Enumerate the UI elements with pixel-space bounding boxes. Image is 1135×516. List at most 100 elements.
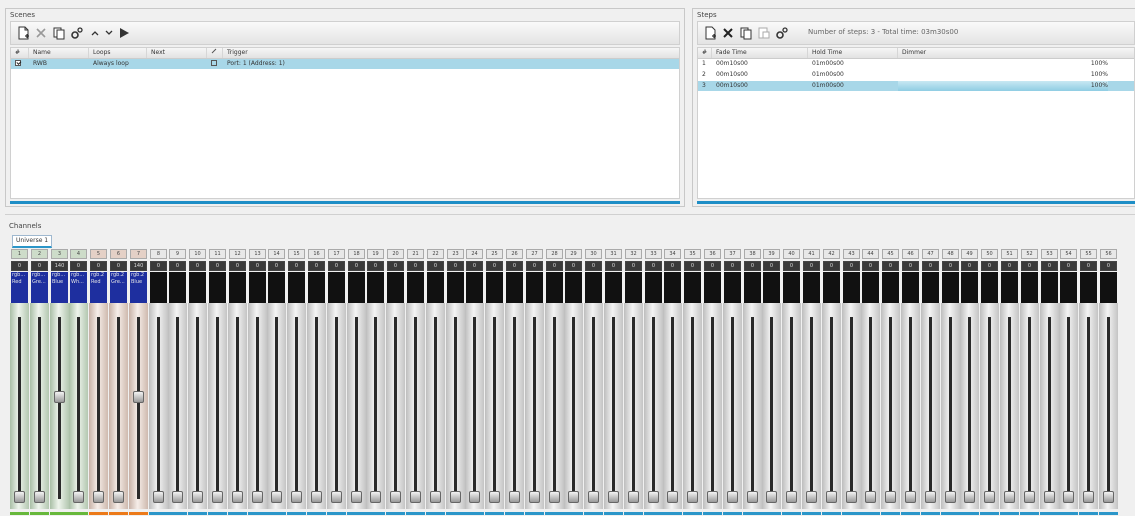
- channel-value[interactable]: 0: [387, 261, 404, 271]
- channel-value[interactable]: 0: [645, 261, 662, 271]
- channel-fader[interactable]: 48 0: [941, 247, 960, 515]
- channel-fader[interactable]: 22 0: [426, 247, 445, 515]
- channel-value[interactable]: 0: [11, 261, 28, 271]
- fader-slider[interactable]: [743, 303, 762, 509]
- fader-slider[interactable]: [802, 303, 821, 509]
- channel-value[interactable]: 0: [882, 261, 899, 271]
- arrow-up-icon[interactable]: [89, 24, 101, 42]
- fader-slider[interactable]: [426, 303, 445, 509]
- fader-handle[interactable]: [984, 491, 995, 503]
- channel-value[interactable]: 0: [407, 261, 424, 271]
- fader-slider[interactable]: [901, 303, 920, 509]
- channel-value[interactable]: 0: [744, 261, 761, 271]
- fader-handle[interactable]: [192, 491, 203, 503]
- channel-value[interactable]: 0: [1041, 261, 1058, 271]
- channel-value[interactable]: 0: [348, 261, 365, 271]
- channel-value[interactable]: 0: [803, 261, 820, 271]
- table-row[interactable]: 1 00m10s00 01m00s00 100%: [698, 59, 1134, 69]
- fader-slider[interactable]: [446, 303, 465, 509]
- fader-slider[interactable]: [347, 303, 366, 509]
- fader-handle[interactable]: [370, 491, 381, 503]
- col-trigger[interactable]: Trigger: [223, 48, 679, 58]
- channel-value[interactable]: 0: [1001, 261, 1018, 271]
- delete-icon[interactable]: [33, 24, 49, 42]
- fader-handle[interactable]: [232, 491, 243, 503]
- fader-handle[interactable]: [271, 491, 282, 503]
- fader-handle[interactable]: [846, 491, 857, 503]
- channel-value[interactable]: 0: [209, 261, 226, 271]
- channel-fader[interactable]: 19 0: [366, 247, 385, 515]
- channel-fader[interactable]: 6 0 rgb.2 Gre...: [109, 247, 128, 515]
- fader-handle[interactable]: [311, 491, 322, 503]
- fader-handle[interactable]: [390, 491, 401, 503]
- channel-value[interactable]: 0: [942, 261, 959, 271]
- channel-fader[interactable]: 40 0: [782, 247, 801, 515]
- fader-handle[interactable]: [133, 391, 144, 403]
- fader-handle[interactable]: [430, 491, 441, 503]
- play-icon[interactable]: [117, 24, 131, 42]
- channel-fader[interactable]: 14 0: [267, 247, 286, 515]
- fader-slider[interactable]: [941, 303, 960, 509]
- fader-handle[interactable]: [1063, 491, 1074, 503]
- fader-handle[interactable]: [113, 491, 124, 503]
- channel-value[interactable]: 0: [169, 261, 186, 271]
- channel-value[interactable]: 0: [605, 261, 622, 271]
- channel-value[interactable]: 0: [229, 261, 246, 271]
- channel-value[interactable]: 0: [189, 261, 206, 271]
- fader-slider[interactable]: [525, 303, 544, 509]
- copy-icon[interactable]: [51, 24, 67, 42]
- fader-handle[interactable]: [1004, 491, 1015, 503]
- fader-handle[interactable]: [885, 491, 896, 503]
- fader-slider[interactable]: [109, 303, 128, 509]
- row-checkbox[interactable]: [11, 59, 29, 69]
- fader-slider[interactable]: [10, 303, 29, 509]
- channel-fader[interactable]: 45 0: [881, 247, 900, 515]
- fader-handle[interactable]: [648, 491, 659, 503]
- channel-fader[interactable]: 30 0: [584, 247, 603, 515]
- channel-value[interactable]: 0: [981, 261, 998, 271]
- fader-slider[interactable]: [327, 303, 346, 509]
- col-hold-time[interactable]: Hold Time: [808, 48, 898, 58]
- fader-slider[interactable]: [267, 303, 286, 509]
- fader-slider[interactable]: [564, 303, 583, 509]
- fader-slider[interactable]: [1000, 303, 1019, 509]
- col-next[interactable]: Next: [147, 48, 207, 58]
- channel-fader[interactable]: 54 0: [1059, 247, 1078, 515]
- channel-value[interactable]: 0: [565, 261, 582, 271]
- fader-handle[interactable]: [628, 491, 639, 503]
- fader-slider[interactable]: [960, 303, 979, 509]
- channel-fader[interactable]: 4 0 rgb... Wh...: [69, 247, 88, 515]
- channel-fader[interactable]: 55 0: [1079, 247, 1098, 515]
- channel-fader[interactable]: 12 0: [228, 247, 247, 515]
- channel-value[interactable]: 0: [684, 261, 701, 271]
- channel-fader[interactable]: 31 0: [604, 247, 623, 515]
- fader-handle[interactable]: [707, 491, 718, 503]
- fader-handle[interactable]: [172, 491, 183, 503]
- channel-fader[interactable]: 16 0: [307, 247, 326, 515]
- fader-slider[interactable]: [624, 303, 643, 509]
- channel-fader[interactable]: 41 0: [802, 247, 821, 515]
- channel-value[interactable]: 0: [427, 261, 444, 271]
- channel-fader[interactable]: 42 0: [822, 247, 841, 515]
- col-number[interactable]: #: [698, 48, 712, 58]
- fader-handle[interactable]: [529, 491, 540, 503]
- col-dimmer[interactable]: Dimmer: [898, 48, 1134, 58]
- channel-fader[interactable]: 39 0: [762, 247, 781, 515]
- channel-value[interactable]: 0: [526, 261, 543, 271]
- fader-slider[interactable]: [406, 303, 425, 509]
- channel-fader[interactable]: 1 0 rgb... Red: [10, 247, 29, 515]
- fader-handle[interactable]: [905, 491, 916, 503]
- fader-slider[interactable]: [149, 303, 168, 509]
- fader-handle[interactable]: [1044, 491, 1055, 503]
- fader-handle[interactable]: [549, 491, 560, 503]
- channel-value[interactable]: 0: [150, 261, 167, 271]
- channel-value[interactable]: 0: [1100, 261, 1117, 271]
- fader-handle[interactable]: [925, 491, 936, 503]
- fader-handle[interactable]: [766, 491, 777, 503]
- channel-value[interactable]: 0: [90, 261, 107, 271]
- channel-value[interactable]: 0: [506, 261, 523, 271]
- fader-handle[interactable]: [469, 491, 480, 503]
- channel-value[interactable]: 0: [1080, 261, 1097, 271]
- fader-slider[interactable]: [604, 303, 623, 509]
- fader-handle[interactable]: [806, 491, 817, 503]
